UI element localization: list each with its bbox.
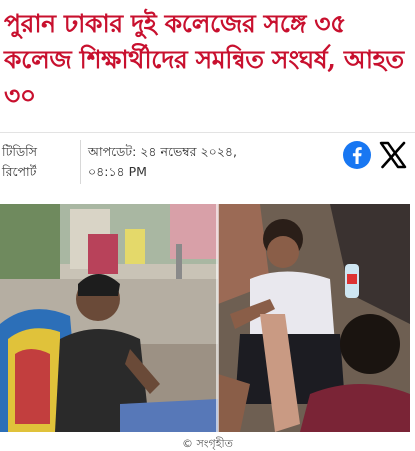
article-headline: পুরান ঢাকার দুই কলেজের সঙ্গে ৩৫ কলেজ শিক… [4, 9, 404, 110]
x-share-button[interactable] [378, 140, 408, 170]
divider [0, 132, 415, 133]
dateline: আপডেট: ২৪ নভেম্বর ২০২৪, ০৪:১৪ PM [88, 142, 328, 182]
x-twitter-icon [379, 141, 407, 169]
article-photo [0, 204, 410, 432]
photo-caption: © সংগৃহীত [182, 437, 233, 450]
update-time: ০৪:১৪ PM [88, 164, 147, 179]
byline: টিডিসি রিপোর্ট [2, 142, 72, 182]
meta-divider [80, 140, 81, 184]
byline-source: টিডিসি [2, 144, 37, 159]
byline-type: রিপোর্ট [2, 164, 37, 179]
facebook-share-button[interactable] [342, 140, 372, 170]
article-meta: টিডিসি রিপোর্ট আপডেট: ২৪ নভেম্বর ২০২৪, ০… [0, 140, 415, 188]
update-date: আপডেট: ২৪ নভেম্বর ২০২৪, [88, 144, 237, 159]
facebook-icon [343, 141, 371, 169]
